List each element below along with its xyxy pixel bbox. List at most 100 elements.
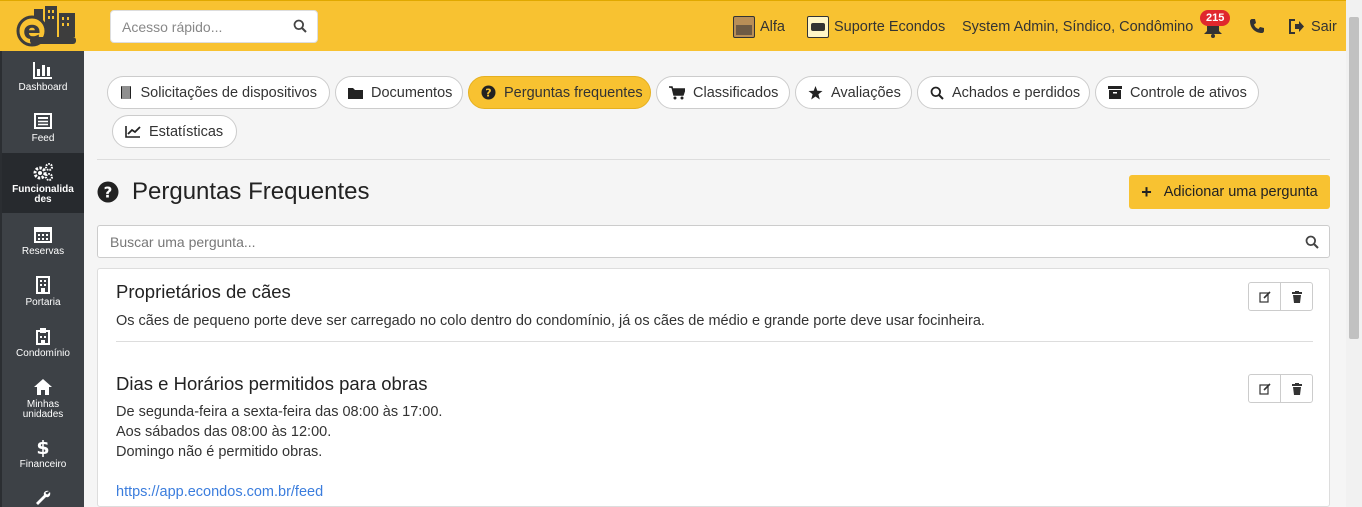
tab-label: Achados e perdidos: [952, 84, 1081, 101]
sidebar-item-tools[interactable]: [2, 488, 84, 507]
logout-label: Sair: [1311, 18, 1337, 35]
condo-name: Alfa: [760, 18, 785, 35]
svg-text:?: ?: [104, 184, 113, 202]
tab-label: Avaliações: [831, 84, 901, 101]
tab-label: Solicitações de dispositivos: [140, 84, 317, 101]
question-circle-icon: ?: [481, 85, 496, 101]
faq-separator: [116, 341, 1313, 342]
logout-button[interactable]: Sair: [1289, 1, 1337, 52]
condo-avatar: [733, 15, 755, 38]
faq-list: Proprietários de cães Os cães de pequeno…: [97, 268, 1330, 507]
tab-label: Documentos: [371, 84, 453, 101]
svg-text:?: ?: [485, 87, 491, 100]
sidebar-item-portaria[interactable]: Portaria: [2, 275, 84, 315]
svg-text:$: $: [36, 437, 49, 457]
tab-controle-ativos[interactable]: Controle de ativos: [1095, 76, 1259, 109]
tab-label: Perguntas frequentes: [504, 84, 643, 101]
add-question-button[interactable]: + Adicionar uma pergunta: [1129, 175, 1330, 209]
faq-actions: [1248, 374, 1313, 403]
sidebar-label-line2: des: [34, 194, 52, 205]
phone-icon[interactable]: [1249, 18, 1265, 34]
sidebar-item-label: Financeiro: [19, 459, 67, 470]
sidebar-item-label: Portaria: [25, 297, 61, 308]
star-icon: [808, 85, 823, 101]
quick-access-input[interactable]: [111, 11, 281, 42]
tab-solicitacoes-dispositivos[interactable]: Solicitações de dispositivos: [107, 76, 330, 109]
page-title: Perguntas Frequentes: [132, 178, 370, 205]
device-icon: [120, 85, 132, 101]
support-link[interactable]: Suporte Econdos: [807, 1, 945, 52]
wrench-icon: [36, 490, 51, 505]
sidebar-item-funcionalidades[interactable]: Funcionalida des: [2, 153, 84, 213]
sidebar-item-feed[interactable]: Feed: [2, 111, 84, 151]
edit-button[interactable]: [1249, 283, 1281, 310]
sidebar-item-label: Feed: [31, 133, 55, 144]
tab-achados-perdidos[interactable]: Achados e perdidos: [917, 76, 1090, 109]
sidebar-item-financeiro[interactable]: $ Financeiro: [2, 437, 84, 477]
sidebar-item-dashboard[interactable]: Dashboard: [2, 60, 84, 100]
sidebar-item-label: Condomínio: [16, 348, 70, 359]
support-label: Suporte Econdos: [834, 18, 946, 35]
sidebar-item-label: Dashboard: [18, 82, 68, 93]
page-scrollbar[interactable]: [1346, 0, 1362, 507]
faq-link[interactable]: https://app.econdos.com.br/feed: [116, 484, 323, 500]
faq-answer-line: Domingo não é permitido obras.: [116, 444, 323, 460]
archive-icon: [1108, 85, 1122, 101]
bar-chart-icon: [33, 62, 52, 79]
tab-estatisticas[interactable]: Estatísticas: [112, 115, 237, 148]
support-avatar: [807, 15, 829, 38]
sidebar-item-condominio[interactable]: Condomínio: [2, 326, 84, 366]
sidebar-item-label: Reservas: [21, 246, 65, 257]
search-icon: [930, 85, 944, 101]
add-question-label: Adicionar uma pergunta: [1163, 184, 1318, 200]
faq-search[interactable]: [97, 225, 1330, 258]
gears-icon: [33, 163, 53, 181]
building-icon: [36, 276, 50, 294]
user-menu[interactable]: System Admin, Síndico, Condômino: [962, 1, 1193, 52]
question-circle-icon: ?: [97, 181, 119, 203]
trash-icon: [1291, 290, 1302, 303]
calendar-icon: [34, 227, 52, 243]
delete-button[interactable]: [1281, 283, 1312, 310]
dollar-icon: $: [36, 437, 49, 457]
quick-access-search[interactable]: [110, 10, 318, 43]
sidebar-item-minhas-unidades[interactable]: Minhas unidades: [2, 377, 84, 425]
faq-actions: [1248, 282, 1313, 311]
tab-perguntas-frequentes[interactable]: ? Perguntas frequentes: [468, 76, 651, 109]
section-divider: [97, 159, 1330, 160]
sidebar: Dashboard Feed Funcionalida des Reservas …: [0, 51, 84, 507]
cart-icon: [669, 85, 685, 101]
folder-icon: [348, 85, 363, 101]
user-roles: System Admin, Síndico, Condômino: [962, 18, 1194, 35]
search-icon[interactable]: [293, 19, 307, 33]
econdos-logo[interactable]: e: [12, 5, 82, 47]
tab-classificados[interactable]: Classificados: [656, 76, 790, 109]
trash-icon: [1291, 382, 1302, 395]
sidebar-item-label: Minhas unidades: [23, 399, 64, 420]
faq-answer-line: Aos sábados das 08:00 às 12:00.: [116, 424, 332, 440]
tab-avaliacoes[interactable]: Avaliações: [795, 76, 912, 109]
tab-documentos[interactable]: Documentos: [335, 76, 463, 109]
faq-search-input[interactable]: [98, 226, 1278, 257]
sidebar-label-line2: unidades: [22, 409, 64, 420]
faq-answer-line: Os cães de pequeno porte deve ser carreg…: [116, 313, 985, 329]
tab-label: Estatísticas: [149, 123, 224, 140]
faq-title: Dias e Horários permitidos para obras: [116, 373, 428, 394]
sidebar-item-reservas[interactable]: Reservas: [2, 224, 84, 264]
faq-answer-line: De segunda-feira a sexta-feira das 08:00…: [116, 404, 443, 420]
newspaper-icon: [34, 113, 52, 129]
tab-label: Controle de ativos: [1130, 84, 1247, 101]
delete-button[interactable]: [1281, 375, 1312, 402]
edit-icon: [1258, 290, 1271, 303]
tab-label: Classificados: [693, 84, 779, 101]
top-bar: e Alfa Suporte Econdos System Admin, Sín…: [0, 0, 1346, 51]
hospital-building-icon: [36, 328, 50, 345]
edit-button[interactable]: [1249, 375, 1281, 402]
sign-out-icon: [1289, 19, 1304, 34]
edit-icon: [1258, 382, 1271, 395]
search-icon[interactable]: [1305, 235, 1319, 249]
faq-title: Proprietários de cães: [116, 281, 291, 302]
plus-icon: +: [1141, 181, 1152, 202]
condo-selector[interactable]: Alfa: [733, 1, 785, 52]
scrollbar-thumb[interactable]: [1349, 17, 1359, 339]
